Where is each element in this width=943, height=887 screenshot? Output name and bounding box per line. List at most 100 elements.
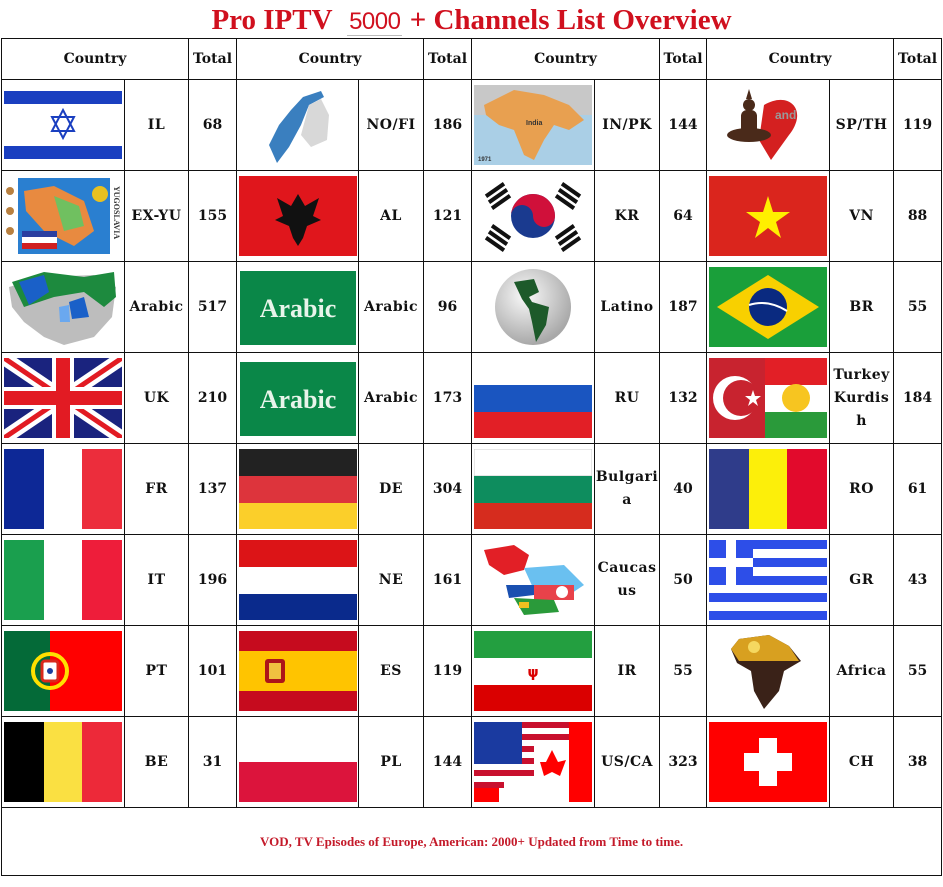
channel-total: 55 [893, 261, 943, 353]
flag-cell: Arabic [236, 261, 360, 353]
country-code: VN [829, 170, 895, 262]
norway-finland-map-icon [238, 85, 357, 165]
spain-flag-icon [238, 631, 357, 711]
flag-cell: YUGOSLAVIA [1, 170, 125, 262]
channel-total: 517 [188, 261, 238, 353]
channel-total: 64 [659, 170, 708, 262]
country-code: ES [358, 625, 425, 717]
flag-cell [471, 261, 596, 353]
channel-total: 101 [188, 625, 238, 717]
channel-total: 210 [188, 352, 238, 444]
arabic-green-badge-icon: Arabic [239, 358, 357, 438]
country-code: IN/PK [594, 79, 661, 171]
channel-total: 161 [423, 534, 473, 626]
svg-text:YUGOSLAVIA: YUGOSLAVIA [112, 186, 121, 239]
arabic-green-badge-icon: Arabic [239, 267, 357, 347]
header-country: Country [706, 38, 895, 80]
channel-total: 88 [893, 170, 943, 262]
svg-text:Arabic: Arabic [259, 385, 336, 414]
greece-flag-icon [709, 540, 828, 620]
flag-cell [1, 625, 125, 717]
flag-cell [706, 534, 831, 626]
flag-cell [1, 79, 125, 171]
table-row: IL 68 NO/FI 186 India 1971 IN/PK 144 and SP/TH 119 [1, 79, 943, 171]
channel-total: 50 [659, 534, 708, 626]
channel-total: 55 [659, 625, 708, 717]
svg-text:1971: 1971 [478, 157, 492, 163]
channel-total: 173 [423, 352, 473, 444]
channel-total: 187 [659, 261, 708, 353]
flag-cell [706, 716, 831, 808]
country-code: RU [594, 352, 661, 444]
channel-total: 196 [188, 534, 238, 626]
svg-text:India: India [526, 120, 542, 127]
flag-cell [1, 534, 125, 626]
table-row: PT 101 ES 119 ψ IR 55 Africa 55 [1, 625, 943, 717]
channel-total: 55 [893, 625, 943, 717]
channel-total: 31 [188, 716, 238, 808]
flag-cell [706, 352, 831, 444]
country-code: RO [829, 443, 895, 535]
country-code: BE [123, 716, 190, 808]
channel-total: 38 [893, 716, 943, 808]
bulgaria-flag-icon [474, 449, 593, 529]
country-code: EX-YU [123, 170, 190, 262]
svg-text:ψ: ψ [527, 665, 538, 681]
channel-total: 68 [188, 79, 238, 171]
latin-america-globe-icon [474, 267, 593, 347]
header-total: Total [188, 38, 238, 80]
flag-cell [1, 352, 125, 444]
table-row: Arabic 517 Arabic Arabic 96 Latino 187 BR 55 [1, 261, 943, 353]
country-code: IT [123, 534, 190, 626]
turkey-kurdistan-flag-icon [709, 358, 828, 438]
flag-cell [1, 716, 125, 808]
caucasus-map-icon [474, 540, 593, 620]
flag-cell [471, 443, 596, 535]
arab-world-map-icon [4, 267, 122, 347]
yugoslavia-map-icon: YUGOSLAVIA [4, 176, 122, 256]
country-code: IR [594, 625, 661, 717]
brazil-flag-icon [709, 267, 828, 347]
russia-flag-icon [474, 358, 593, 438]
uk-flag-icon [4, 358, 122, 438]
channel-total: 119 [893, 79, 943, 171]
header-country: Country [471, 38, 661, 80]
flag-cell [471, 170, 596, 262]
country-code: Latino [594, 261, 661, 353]
title-prefix: Pro IPTV [211, 4, 333, 36]
table-row: YUGOSLAVIA EX-YU 155 AL 121 KR 64 VN 88 [1, 170, 943, 262]
channel-total: 137 [188, 443, 238, 535]
romania-flag-icon [709, 449, 828, 529]
channel-total: 186 [423, 79, 473, 171]
title-channel-count: 5000 [347, 8, 403, 36]
country-code: SP/TH [829, 79, 895, 171]
header-country: Country [0, 38, 190, 80]
flag-cell [236, 170, 360, 262]
country-code: CH [829, 716, 895, 808]
switzerland-flag-icon [709, 722, 828, 802]
thailand-buddha-logo-icon: and [709, 85, 828, 165]
albania-flag-icon [238, 176, 357, 256]
country-code: BR [829, 261, 895, 353]
country-code: GR [829, 534, 895, 626]
page-title: Pro IPTV 5000 + Channels List Overview [0, 0, 943, 38]
usa-canada-flag-icon [474, 722, 593, 802]
country-code: Africa [829, 625, 895, 717]
flag-cell [1, 261, 125, 353]
svg-text:and: and [775, 108, 796, 122]
flag-cell [706, 261, 831, 353]
country-code: NO/FI [358, 79, 425, 171]
channel-total: 144 [423, 716, 473, 808]
netherlands-flag-icon [238, 540, 357, 620]
channel-total: 304 [423, 443, 473, 535]
flag-cell [236, 443, 360, 535]
country-code: KR [594, 170, 661, 262]
flag-cell: and [706, 79, 831, 171]
channel-total: 144 [659, 79, 708, 171]
channel-total: 119 [423, 625, 473, 717]
country-code: Bulgaria [594, 443, 661, 535]
country-code: PL [358, 716, 425, 808]
country-code: AL [358, 170, 425, 262]
portugal-flag-icon [4, 631, 122, 711]
flag-cell [236, 625, 360, 717]
